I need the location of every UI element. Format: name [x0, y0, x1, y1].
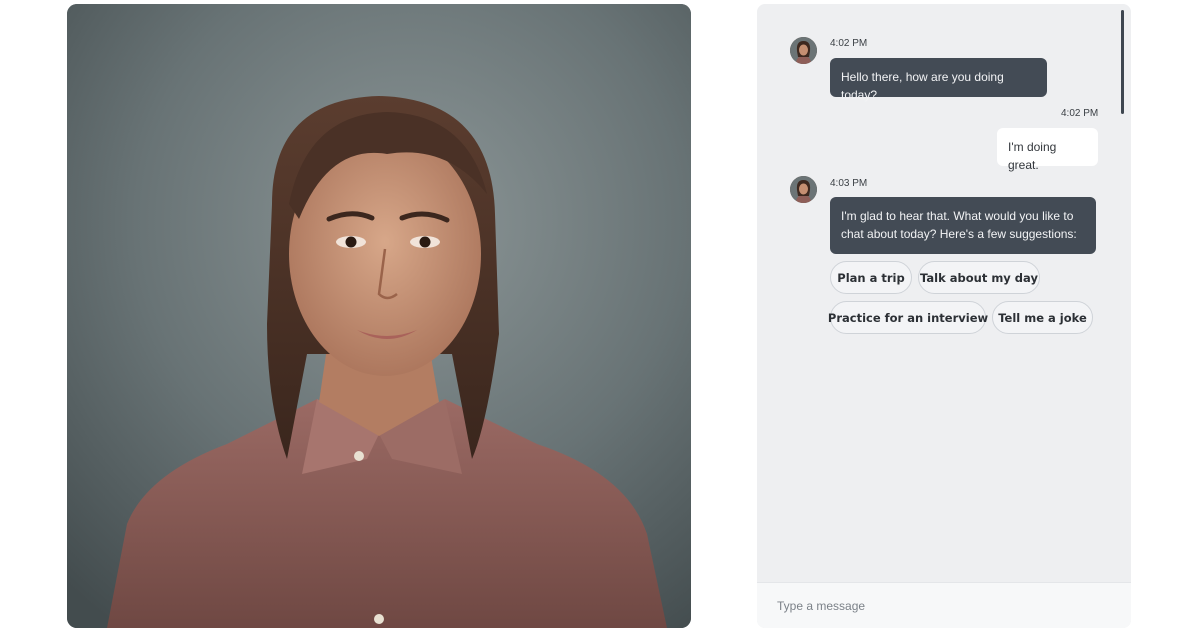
bot-message-bubble: Hello there, how are you doing today?	[830, 58, 1047, 102]
avatar-video	[67, 4, 691, 628]
message-composer	[757, 582, 1131, 628]
avatar-icon	[790, 176, 817, 203]
app-root: 4:02 PM Hello there, how are you doing t…	[0, 0, 1200, 630]
bot-avatar	[790, 176, 817, 203]
chat-panel: 4:02 PM Hello there, how are you doing t…	[757, 4, 1131, 628]
user-message-bubble: I'm doing great.	[997, 128, 1098, 172]
message-text: I'm doing great.	[1008, 140, 1057, 172]
bot-avatar	[790, 37, 817, 64]
message-time: 4:02 PM	[1061, 108, 1099, 119]
suggestion-chip-tell-joke[interactable]: Tell me a joke	[992, 301, 1093, 334]
message-time: 4:02 PM	[830, 38, 868, 49]
bot-message-bubble: I'm glad to hear that. What would you li…	[830, 197, 1096, 254]
message-time: 4:03 PM	[830, 178, 868, 189]
message-text: Hello there, how are you doing today?	[841, 70, 1004, 102]
message-text-line: chat about today? Here's a few suggestio…	[841, 227, 1077, 241]
message-text-line: I'm glad to hear that. What would you li…	[841, 209, 1074, 223]
avatar-icon	[790, 37, 817, 64]
suggestion-chip-practice-interview[interactable]: Practice for an interview	[828, 301, 988, 334]
suggestion-chip-plan-trip[interactable]: Plan a trip	[830, 261, 912, 294]
suggestion-chip-talk-day[interactable]: Talk about my day	[918, 261, 1040, 294]
avatar-illustration	[67, 4, 691, 628]
message-input[interactable]	[757, 583, 1131, 628]
chat-scrollbar[interactable]	[1121, 10, 1124, 114]
